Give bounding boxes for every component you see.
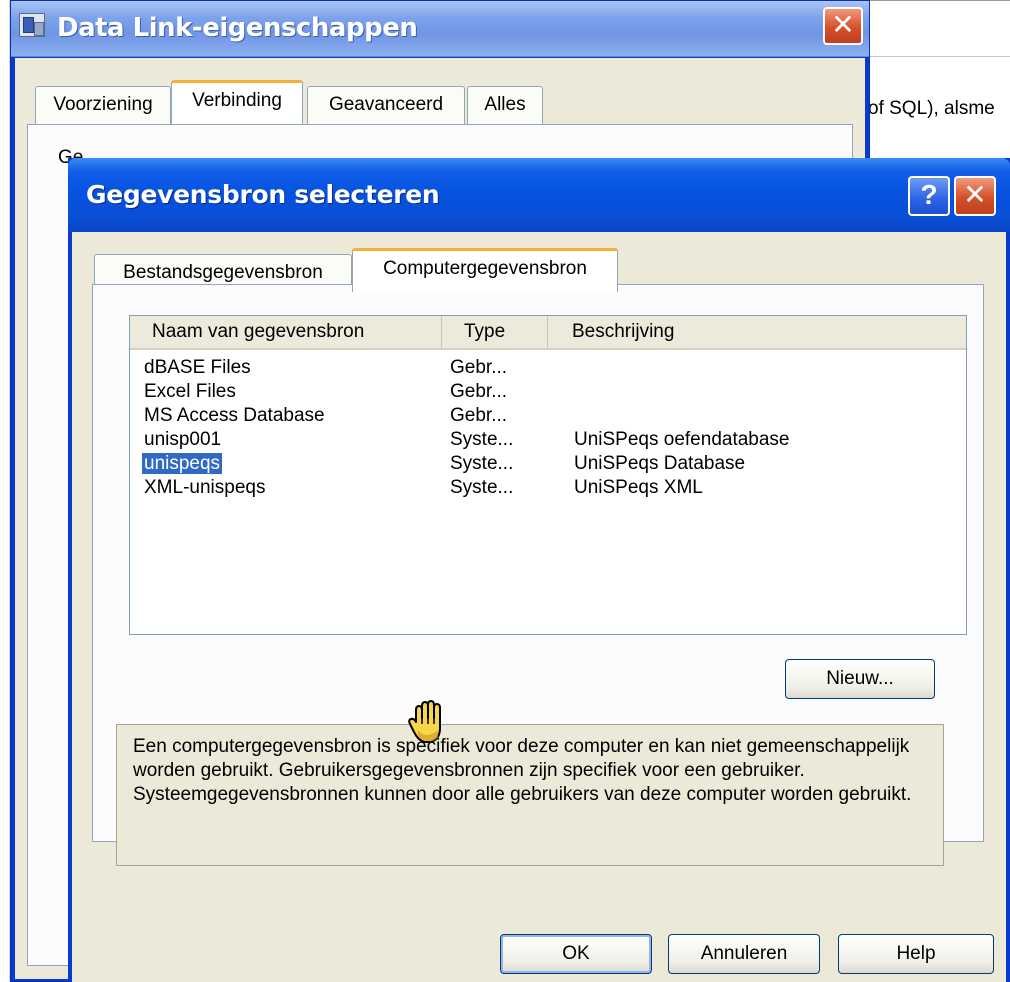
data-link-app-icon: [19, 13, 45, 37]
background-divider-top: [862, 0, 1010, 1]
data-link-close-button[interactable]: ✕: [823, 7, 863, 45]
row-name: dBASE Files: [144, 357, 251, 378]
row-description: UniSPeqs Database: [574, 453, 746, 474]
ok-button[interactable]: OK: [500, 934, 652, 974]
list-row[interactable]: MS Access Database Gebr...: [130, 404, 966, 428]
select-source-body: Bestandsgegevensbron Computergegevensbro…: [72, 232, 1006, 982]
row-type: Gebr...: [450, 357, 508, 378]
select-data-source-dialog: Gegevensbron selecteren ? ✕ Bestandsgege…: [68, 158, 1010, 982]
source-type-description: Een computergegevensbron is specifiek vo…: [116, 724, 944, 866]
new-button[interactable]: Nieuw...: [785, 659, 935, 699]
column-header-description[interactable]: Beschrijving: [548, 316, 966, 348]
row-name: unispeqs: [142, 453, 223, 474]
row-type: Gebr...: [450, 381, 508, 402]
row-description: UniSPeqs oefendatabase: [574, 429, 790, 450]
tab-geavanceerd[interactable]: Geavanceerd: [307, 86, 465, 124]
row-name: Excel Files: [144, 381, 236, 402]
row-name: XML-unispeqs: [144, 477, 266, 498]
background-divider: [862, 56, 1010, 57]
select-source-titlebar[interactable]: Gegevensbron selecteren ? ✕: [68, 158, 1010, 232]
hand-cursor-icon: [408, 700, 441, 743]
close-icon[interactable]: ✕: [954, 176, 996, 216]
row-type: Syste...: [450, 429, 514, 450]
background-partial-text: of SQL), alsme: [868, 98, 995, 119]
list-row[interactable]: dBASE Files Gebr...: [130, 356, 966, 380]
data-link-title: Data Link-eigenschappen: [57, 13, 418, 43]
list-row[interactable]: Excel Files Gebr...: [130, 380, 966, 404]
cancel-button[interactable]: Annuleren: [668, 934, 820, 974]
column-header-name[interactable]: Naam van gegevensbron: [130, 316, 442, 348]
row-type: Gebr...: [450, 405, 508, 426]
list-row-selected[interactable]: unispeqs Syste... UniSPeqs Database: [130, 452, 966, 476]
help-button[interactable]: Help: [838, 934, 994, 974]
data-source-list[interactable]: Naam van gegevensbron Type Beschrijving …: [129, 315, 967, 635]
tab-verbinding[interactable]: Verbinding: [171, 80, 303, 124]
list-row[interactable]: XML-unispeqs Syste... UniSPeqs XML: [130, 476, 966, 500]
background-left-edge: [0, 0, 10, 982]
select-source-title: Gegevensbron selecteren: [86, 180, 440, 209]
row-name: MS Access Database: [144, 405, 325, 426]
row-name: unisp001: [144, 429, 222, 450]
column-header-type[interactable]: Type: [442, 316, 548, 348]
list-row[interactable]: unisp001 Syste... UniSPeqs oefendatabase: [130, 428, 966, 452]
list-header: Naam van gegevensbron Type Beschrijving: [130, 316, 966, 350]
tab-voorziening[interactable]: Voorziening: [35, 86, 171, 124]
data-link-titlebar[interactable]: Data Link-eigenschappen ✕: [11, 1, 869, 57]
tab-alles[interactable]: Alles: [467, 86, 543, 124]
row-description: UniSPeqs XML: [574, 477, 703, 498]
row-type: Syste...: [450, 477, 514, 498]
help-icon[interactable]: ?: [908, 176, 950, 216]
tab-computergegevensbron[interactable]: Computergegevensbron: [352, 248, 618, 292]
row-type: Syste...: [450, 453, 514, 474]
